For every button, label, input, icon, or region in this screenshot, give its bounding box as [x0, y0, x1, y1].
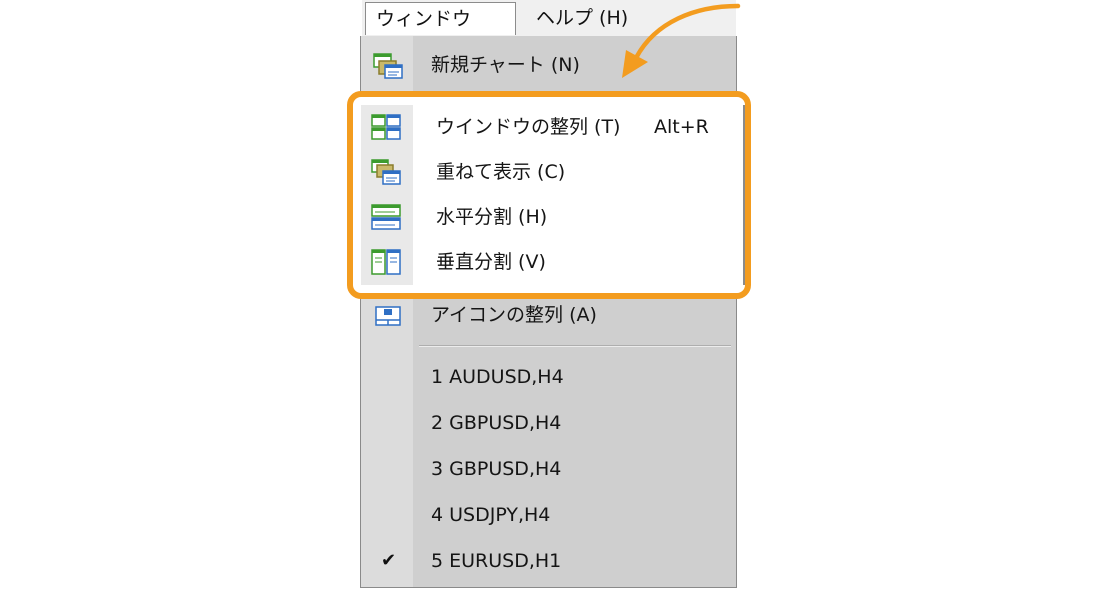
tile-horizontal-icon: [371, 204, 401, 230]
menu-window[interactable]: ウィンドウ (W): [365, 2, 516, 63]
menu-item-label: 5 EURUSD,H1: [431, 550, 562, 572]
menu-item-label: 2 GBPUSD,H4: [431, 412, 562, 434]
tile-windows-icon: [371, 114, 401, 140]
menu-border: [743, 105, 745, 285]
tile-vertical-icon: [371, 249, 401, 275]
menu-item-label: 4 USDJPY,H4: [431, 504, 551, 526]
menu-item-window-5[interactable]: ✔ 5 EURUSD,H1: [361, 540, 736, 582]
menu-item-label: 新規チャート (N): [431, 54, 580, 76]
menu-separator: [419, 345, 731, 347]
arrange-icons-icon: [375, 306, 401, 326]
checkmark-icon: ✔: [381, 550, 397, 571]
menu-item-shortcut: Alt+R: [654, 116, 709, 138]
menu-item-window-1[interactable]: 1 AUDUSD,H4: [361, 356, 736, 398]
screen: ウィンドウ (W) ヘルプ (H) 新規チャート (N): [0, 0, 1100, 590]
menu-item-label: ウインドウの整列 (T): [436, 116, 621, 138]
highlight-items: ウインドウの整列 (T) Alt+R 重ねて表示 (C) 水平分割 (H) 垂直…: [361, 105, 745, 285]
menu-item-cascade[interactable]: 重ねて表示 (C): [361, 150, 737, 195]
menu-item-tile-horizontal[interactable]: 水平分割 (H): [361, 195, 737, 240]
highlight-callout: ウインドウの整列 (T) Alt+R 重ねて表示 (C) 水平分割 (H) 垂直…: [347, 91, 751, 299]
menu-item-window-3[interactable]: 3 GBPUSD,H4: [361, 448, 736, 490]
menu-item-tile-vertical[interactable]: 垂直分割 (V): [361, 240, 737, 285]
menu-item-label: 1 AUDUSD,H4: [431, 366, 564, 388]
pointer-arrow-icon: [622, 3, 741, 78]
new-chart-icon: [373, 53, 403, 79]
menu-item-window-2[interactable]: 2 GBPUSD,H4: [361, 402, 736, 444]
menu-item-label: アイコンの整列 (A): [431, 304, 597, 326]
menu-item-label: 3 GBPUSD,H4: [431, 458, 562, 480]
menu-item-label: 重ねて表示 (C): [436, 161, 566, 183]
menu-item-label: 水平分割 (H): [436, 206, 548, 228]
cascade-icon: [371, 159, 401, 185]
menu-item-arrange-icons[interactable]: アイコンの整列 (A): [361, 294, 736, 336]
menu-item-window-4[interactable]: 4 USDJPY,H4: [361, 494, 736, 536]
menu-item-tile-windows[interactable]: ウインドウの整列 (T) Alt+R: [361, 105, 737, 150]
menu-item-label: 垂直分割 (V): [436, 251, 546, 273]
